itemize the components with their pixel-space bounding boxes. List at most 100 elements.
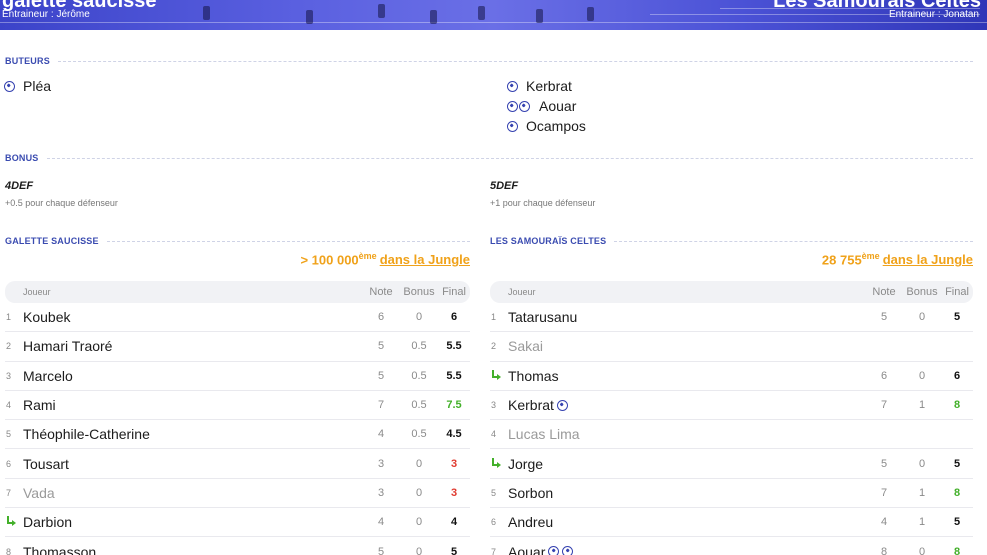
table-row[interactable]: Jorge 5 0 5	[490, 449, 973, 479]
player-bonus: 0	[918, 311, 926, 324]
goal-ball-icon	[519, 100, 530, 112]
player-note: 4	[377, 516, 385, 529]
player-figure	[430, 10, 437, 24]
table-row[interactable]: 5 Théophile-Catherine 4 0.5 4.5	[5, 420, 470, 450]
player-name: Sorbon	[508, 485, 865, 501]
player-name: Darbion	[23, 514, 362, 530]
player-name: Aouar	[508, 544, 865, 555]
table-row[interactable]: 2 Sakai	[490, 332, 973, 362]
right-coach-label: Entraineur : Jonatan	[888, 9, 979, 20]
table-header: Joueur Note Bonus Final	[490, 281, 973, 303]
player-name: Tousart	[23, 456, 362, 472]
player-final: 5.5	[446, 340, 462, 353]
left-scorer: Pléa	[4, 77, 51, 95]
player-name-text: Aouar	[508, 543, 546, 555]
table-row[interactable]: 1 Koubek 6 0 6	[5, 303, 470, 333]
right-scorer: Kerbrat	[507, 77, 572, 95]
table-row[interactable]: 1 Tatarusanu 5 0 5	[490, 303, 973, 333]
player-bonus: 0	[415, 311, 423, 324]
player-number: 3	[6, 370, 12, 381]
table-row[interactable]: Thomas 6 0 6	[490, 362, 973, 391]
player-number: 8	[6, 546, 12, 555]
player-number	[490, 369, 508, 382]
table-row[interactable]: 4 Lucas Lima	[490, 420, 973, 450]
table-row[interactable]: 4 Rami 7 0.5 7.5	[5, 391, 470, 421]
player-name: Sakai	[508, 338, 865, 354]
table-row[interactable]: 6 Andreu 4 1 5	[490, 508, 973, 538]
table-row[interactable]: 3 Kerbrat 7 1 8	[490, 391, 973, 421]
player-number: 5	[491, 487, 497, 498]
player-bonus: 1	[918, 399, 926, 412]
scorers-section-header: BUTEURS	[5, 56, 973, 66]
player-note: 6	[377, 311, 385, 324]
player-final: 5	[450, 545, 458, 555]
substitution-icon	[491, 369, 501, 380]
right-scorer: Ocampos	[507, 117, 586, 135]
table-row[interactable]: 7 Aouar 8 0 8	[490, 537, 973, 555]
player-name: Théophile-Catherine	[23, 426, 362, 442]
table-row[interactable]: 5 Sorbon 7 1 8	[490, 479, 973, 509]
player-final: 3	[450, 486, 458, 499]
player-name: Marcelo	[23, 368, 362, 384]
player-bonus: 0	[415, 486, 423, 499]
table-row[interactable]: 3 Marcelo 5 0.5 5.5	[5, 362, 470, 391]
player-bonus: 1	[918, 516, 926, 529]
right-ranking-value: 28 755	[821, 252, 862, 268]
player-number: 7	[6, 487, 12, 498]
player-final: 4	[450, 516, 458, 529]
col-bonus: Bonus	[403, 286, 435, 298]
player-name-text: Marcelo	[23, 367, 73, 384]
goal-ball-icon	[556, 399, 568, 411]
col-note: Note	[369, 286, 393, 298]
match-banner: galette saucisse Entraineur : Jérôme Les…	[0, 0, 987, 30]
player-number: 4	[491, 429, 497, 440]
player-name-text: Kerbrat	[508, 397, 554, 414]
player-number: 2	[6, 341, 12, 352]
player-name-text: Vada	[23, 484, 55, 501]
player-name-text: Sakai	[508, 338, 544, 355]
left-players-table: Joueur Note Bonus Final 1 Koubek 6 0 6 2 Hamar…	[5, 281, 470, 555]
player-name-text: Rami	[23, 397, 56, 414]
player-number: 2	[491, 341, 497, 352]
table-row[interactable]: 6 Tousart 3 0 3	[5, 449, 470, 479]
player-name: Tatarusanu	[508, 309, 865, 325]
player-figure	[203, 6, 210, 20]
right-jungle-link[interactable]: dans la Jungle	[883, 252, 973, 267]
player-figure	[306, 10, 313, 24]
player-note: 6	[880, 369, 888, 382]
table-row[interactable]: Darbion 4 0 4	[5, 508, 470, 538]
player-note: 5	[377, 369, 385, 382]
player-figure	[378, 4, 385, 18]
player-final: 6	[953, 369, 961, 382]
table-row[interactable]: 2 Hamari Traoré 5 0.5 5.5	[5, 332, 470, 362]
bonus-section-title: BONUS	[5, 153, 39, 163]
player-note: 8	[880, 545, 888, 555]
player-name: Hamari Traoré	[23, 338, 362, 354]
player-name: Jorge	[508, 456, 865, 472]
player-final: 4.5	[446, 428, 462, 441]
left-bonus-name: 4DEF	[5, 180, 34, 192]
right-team-section-title: LES SAMOURAÏS CELTES	[490, 236, 607, 246]
table-row[interactable]: 7 Vada 3 0 3	[5, 479, 470, 509]
left-ranking-suffix: ème	[358, 251, 377, 261]
left-ranking: > 100 000ème dans la Jungle	[300, 251, 470, 267]
player-note: 4	[880, 516, 888, 529]
right-scorer: Aouar	[507, 97, 576, 115]
substitution-icon	[6, 516, 16, 527]
player-note: 7	[377, 399, 385, 412]
player-name: Lucas Lima	[508, 426, 865, 442]
left-jungle-link[interactable]: dans la Jungle	[380, 252, 470, 267]
player-figure	[478, 6, 485, 20]
goal-ball-icon	[507, 80, 518, 92]
player-bonus: 1	[918, 486, 926, 499]
left-team-section-header: GALETTE SAUCISSE	[5, 236, 470, 246]
right-ranking-suffix: ème	[861, 251, 880, 261]
player-name: Vada	[23, 485, 362, 501]
player-name-text: Darbion	[23, 514, 73, 531]
player-name: Andreu	[508, 514, 865, 530]
player-final: 5.5	[446, 369, 462, 382]
goal-ball-icon	[548, 546, 560, 555]
right-bonus-desc: +1 pour chaque défenseur	[490, 198, 596, 208]
player-bonus: 0.5	[411, 399, 427, 412]
table-row[interactable]: 8 Thomasson 5 0 5	[5, 537, 470, 555]
